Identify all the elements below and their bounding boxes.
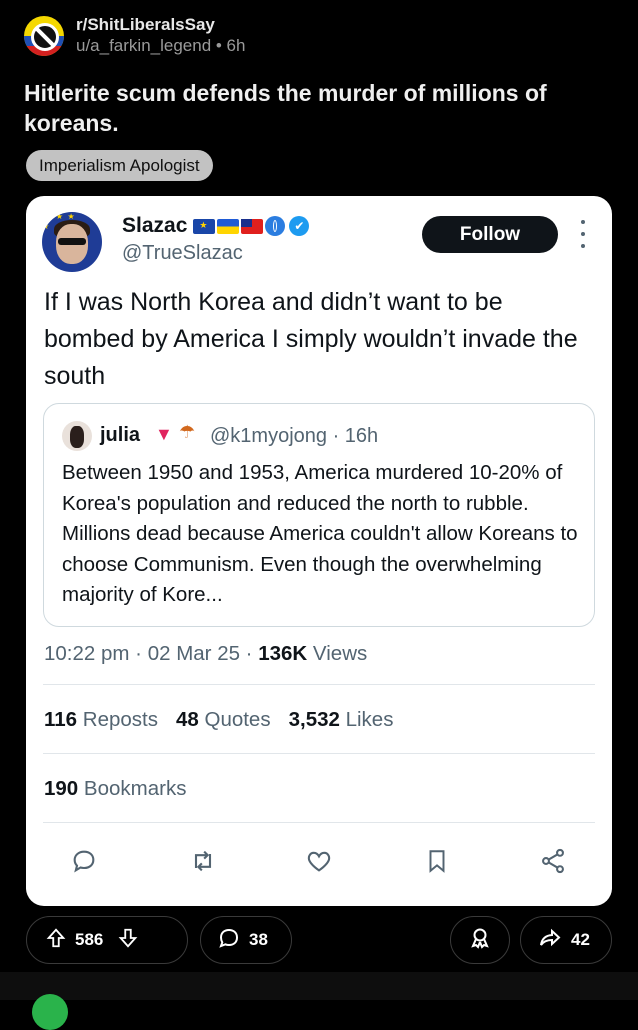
quoted-tweet: julia ▼ ☂ @k1myojong · 16h Between 1950 … <box>43 403 595 627</box>
verified-icon: ✔ <box>289 216 310 236</box>
views-label: Views <box>307 642 368 665</box>
eu-flag-icon <box>193 218 216 234</box>
like-icon <box>304 846 334 876</box>
subreddit-icon[interactable] <box>24 15 64 56</box>
share-icon <box>538 846 568 876</box>
comment-count: 38 <box>249 930 268 949</box>
heart-emoji-icon: ▼ <box>155 424 173 444</box>
taiwan-flag-icon <box>241 218 264 234</box>
bookmarks-stat: 190 Bookmarks <box>44 777 187 800</box>
display-name: Slazac ✔ <box>122 214 310 238</box>
handle: @TrueSlazac <box>122 242 243 264</box>
tweet-screenshot[interactable]: ★ ★ ★★ ★ Slazac ✔ @TrueSlazac Follow If … <box>26 196 612 906</box>
engagement-stats: 116 Reposts 48 Quotes 3,532 Likes <box>44 708 393 732</box>
quote-meta: @k1myojong · 16h <box>210 425 379 447</box>
share-button[interactable]: 42 <box>520 916 612 964</box>
subreddit-name[interactable]: r/ShitLiberalsSay <box>76 14 245 35</box>
share-arrow-icon <box>537 926 563 955</box>
award-button[interactable] <box>450 916 510 964</box>
globe-icon <box>265 216 286 236</box>
parachute-emoji-icon: ☂ <box>179 422 196 442</box>
vote-count: 586 <box>75 930 104 949</box>
award-icon <box>468 926 492 955</box>
post-flair: Imperialism Apologist <box>26 150 213 181</box>
share-count: 42 <box>571 930 590 949</box>
divider <box>43 753 595 754</box>
views-count: 136K <box>258 642 308 665</box>
tweet-text: If I was North Korea and didn’t want to … <box>44 288 578 390</box>
quotes-stat: 48 Quotes <box>175 708 271 731</box>
comments-button[interactable]: 38 <box>200 916 292 964</box>
display-name-text: Slazac <box>122 214 188 237</box>
vote-control: 586 <box>26 916 188 964</box>
upvote-icon[interactable] <box>45 927 67 954</box>
likes-stat: 3,532 Likes <box>288 708 394 731</box>
ukraine-flag-icon <box>217 218 240 234</box>
reposts-stat: 116 Reposts <box>44 708 158 731</box>
quote-name: julia <box>100 424 141 446</box>
downvote-icon[interactable] <box>117 927 139 954</box>
flag-emojis <box>193 216 286 236</box>
post-title[interactable]: Hitlerite scum defends the murder of mil… <box>24 78 614 138</box>
tweet-actions <box>26 836 612 886</box>
bottom-divider <box>0 972 638 1000</box>
more-icon <box>576 220 590 248</box>
bookmark-icon <box>422 846 452 876</box>
post-header: r/ShitLiberalsSay u/a_farkin_legend • 6h <box>24 14 245 57</box>
author-line[interactable]: u/a_farkin_legend • 6h <box>76 35 245 57</box>
divider <box>43 822 595 823</box>
reply-icon <box>69 846 99 876</box>
divider <box>43 684 595 685</box>
next-post-avatar <box>32 994 68 1030</box>
time-text: 10:22 pm · 02 Mar 25 · <box>44 642 259 665</box>
comment-icon <box>217 926 241 955</box>
quote-avatar <box>62 421 92 451</box>
avatar: ★ ★ ★★ ★ <box>42 212 102 272</box>
tweet-timestamp: 10:22 pm · 02 Mar 25 · 136K Views <box>44 642 367 666</box>
follow-button: Follow <box>422 216 558 253</box>
retweet-icon <box>188 846 218 876</box>
quote-text: Between 1950 and 1953, America murdered … <box>62 461 578 606</box>
